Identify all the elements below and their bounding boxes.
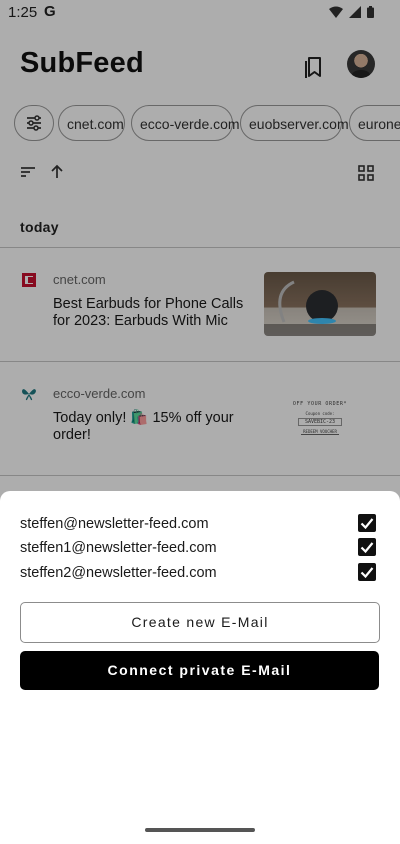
email-row[interactable]: steffen1@newsletter-feed.com [20, 538, 380, 560]
gesture-nav-bar[interactable] [145, 828, 255, 832]
email-row[interactable]: steffen2@newsletter-feed.com [20, 563, 380, 585]
create-email-button[interactable]: Create new E-Mail [20, 602, 380, 643]
email-row[interactable]: steffen@newsletter-feed.com [20, 514, 380, 536]
email-address: steffen@newsletter-feed.com [20, 516, 209, 532]
connect-private-email-button[interactable]: Connect private E-Mail [20, 651, 379, 690]
checkbox-checked[interactable] [358, 538, 376, 556]
email-address: steffen1@newsletter-feed.com [20, 540, 217, 556]
checkbox-checked[interactable] [358, 563, 376, 581]
checkbox-checked[interactable] [358, 514, 376, 532]
email-bottom-sheet: steffen@newsletter-feed.com steffen1@new… [0, 491, 400, 844]
email-address: steffen2@newsletter-feed.com [20, 565, 217, 581]
